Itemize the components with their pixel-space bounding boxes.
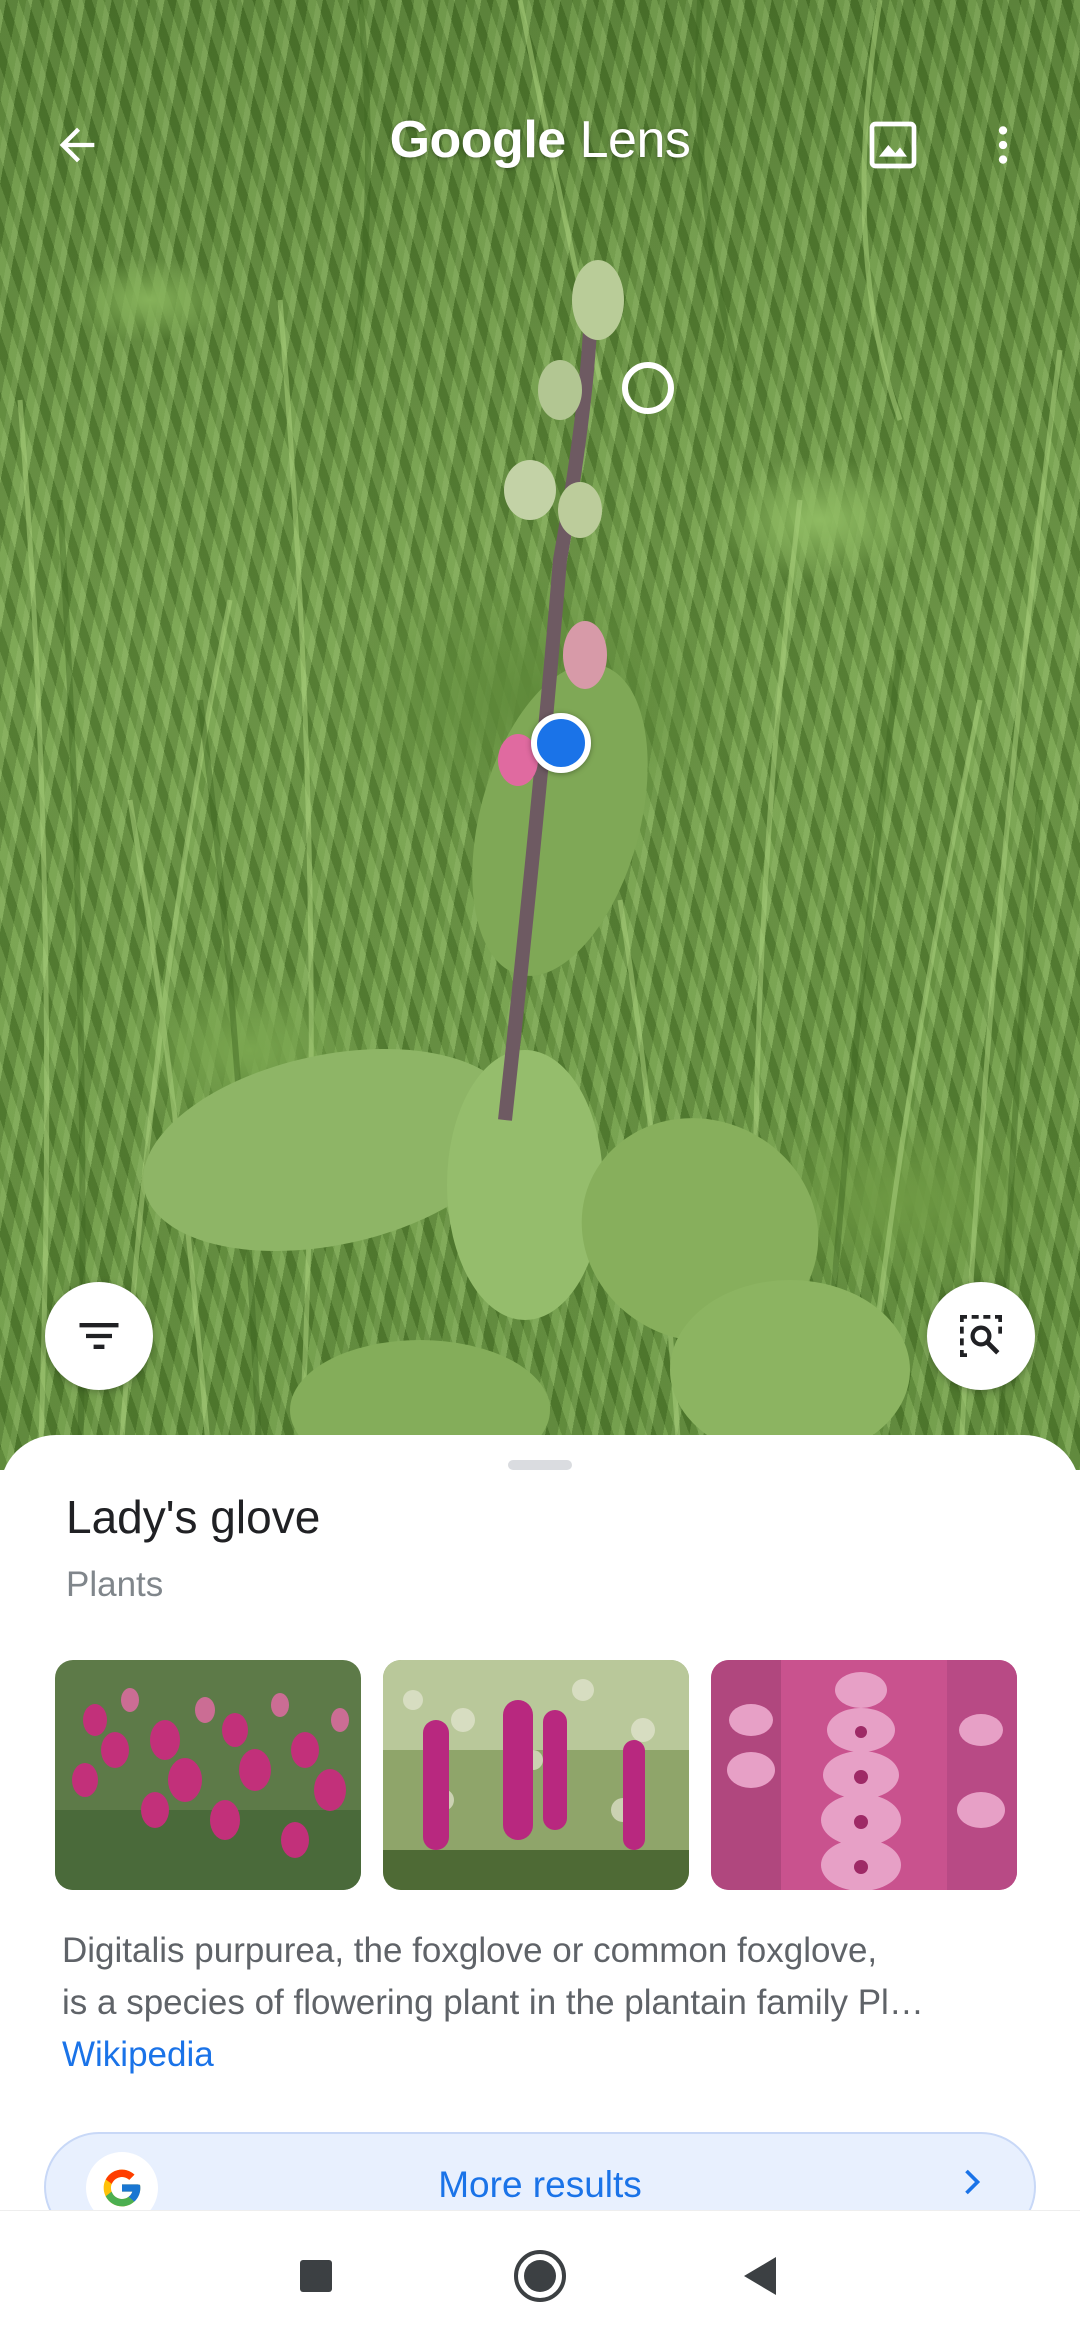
more-results-label: More results: [438, 2164, 642, 2205]
top-bar: Google Lens: [0, 90, 1080, 200]
chevron-right-glyph: [965, 2169, 981, 2195]
filter-icon: [79, 1323, 119, 1349]
foxglove-image-1: [55, 1660, 361, 1890]
selected-object-dot[interactable]: [531, 713, 591, 773]
more-options-button[interactable]: [958, 100, 1048, 190]
recents-button[interactable]: [276, 2236, 356, 2316]
more-vert-icon: [998, 126, 1008, 164]
title-google: Google: [389, 111, 567, 169]
result-image[interactable]: [383, 1660, 689, 1890]
filter-button[interactable]: [45, 1282, 153, 1390]
foxglove-image-2: [383, 1660, 689, 1890]
result-image[interactable]: [55, 1660, 361, 1890]
search-region-button[interactable]: [927, 1282, 1035, 1390]
image-search-icon: [960, 1315, 1002, 1357]
object-selector-dot[interactable]: [622, 362, 674, 414]
system-navigation-bar: [0, 2210, 1080, 2341]
chevron-right-icon: [950, 2160, 994, 2209]
result-description: Digitalis purpurea, the foxglove or comm…: [62, 1925, 1022, 2029]
back-nav-button[interactable]: [720, 2236, 800, 2316]
result-image[interactable]: [711, 1660, 1017, 1890]
description-line: Digitalis purpurea, the foxglove or comm…: [62, 1931, 878, 1970]
result-category: Plants: [66, 1565, 164, 1604]
wikipedia-link[interactable]: Wikipedia: [62, 2035, 214, 2075]
home-button[interactable]: [500, 2236, 580, 2316]
sheet-drag-handle[interactable]: [508, 1460, 572, 1470]
description-line: is a species of flowering plant in the p…: [62, 1983, 924, 2022]
title-lens: Lens: [579, 111, 691, 169]
image-icon: [869, 121, 917, 169]
gallery-button[interactable]: [848, 100, 938, 190]
triangle-back-icon: [744, 2257, 776, 2295]
foxglove-image-3: [711, 1660, 1017, 1890]
circle-icon: [514, 2250, 566, 2302]
results-sheet[interactable]: Lady's glove Plants Digitalis purpurea, …: [0, 1435, 1080, 2235]
result-images: [55, 1660, 1017, 1890]
square-icon: [300, 2260, 332, 2292]
result-title: Lady's glove: [66, 1491, 321, 1543]
